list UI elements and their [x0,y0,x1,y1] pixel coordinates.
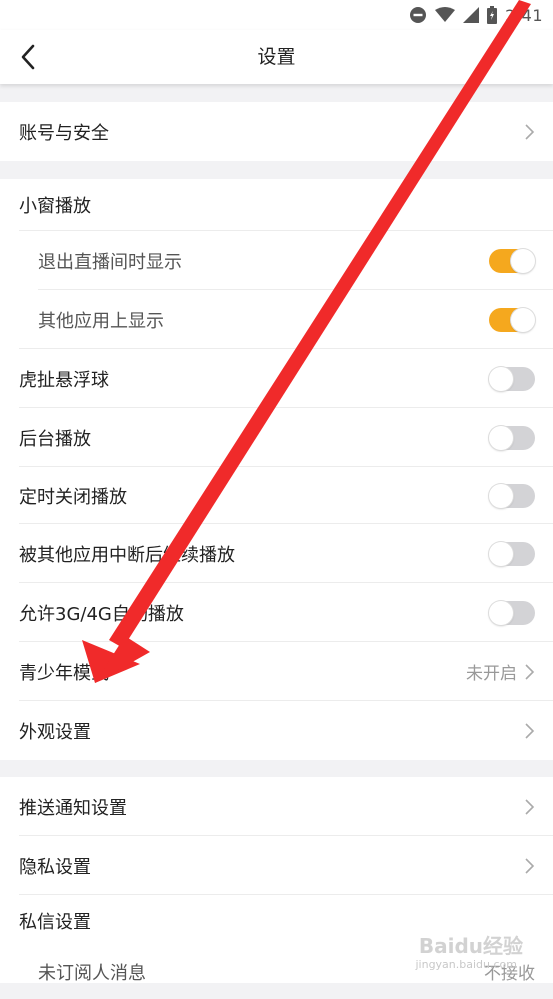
teen-mode-label: 青少年模式 [19,662,109,684]
background-play-row: 后台播放 [0,408,553,467]
allow-mobile-autoplay-label: 允许3G/4G自动播放 [19,603,184,625]
watermark-url: jingyan.baidu.com [415,958,517,971]
floating-ball-label: 虎扯悬浮球 [19,369,109,391]
playback-group: 小窗播放 退出直播间时显示 其他应用上显示 虎扯悬浮球 后台播放 定时关闭播放 … [0,179,553,760]
resume-after-interrupt-toggle[interactable] [489,541,535,566]
small-window-header: 小窗播放 [0,179,553,231]
teen-mode-row[interactable]: 青少年模式 未开启 [0,642,553,701]
other-apps-show-toggle[interactable] [489,307,535,332]
stranger-message-label: 未订阅人消息 [38,963,146,984]
status-bar: 2:41 [0,0,553,30]
floating-ball-toggle[interactable] [489,366,535,391]
do-not-disturb-icon [410,7,427,23]
push-settings-label: 推送通知设置 [19,797,127,819]
battery-icon [487,6,498,24]
push-settings-row[interactable]: 推送通知设置 [0,777,553,836]
status-icons: 2:41 [409,4,543,26]
chevron-right-icon [525,663,535,680]
teen-mode-value: 未开启 [466,664,517,684]
small-window-label: 小窗播放 [19,196,91,217]
allow-mobile-autoplay-row: 允许3G/4G自动播放 [0,583,553,642]
privacy-settings-row[interactable]: 隐私设置 [0,836,553,895]
timer-close-row: 定时关闭播放 [0,467,553,524]
background-play-label: 后台播放 [19,428,91,450]
account-group: 账号与安全 [0,102,553,161]
exit-live-show-label: 退出直播间时显示 [38,251,182,273]
chevron-right-icon [525,123,535,140]
status-time: 2:41 [505,5,543,25]
background-play-toggle[interactable] [489,425,535,450]
wifi-icon [435,7,456,22]
allow-mobile-autoplay-toggle[interactable] [489,600,535,625]
header-bar: 设置 [0,30,553,84]
chevron-right-icon [525,798,535,815]
signal-icon [463,7,480,23]
account-security-label: 账号与安全 [19,122,109,144]
privacy-settings-label: 隐私设置 [19,856,91,878]
account-security-row[interactable]: 账号与安全 [0,102,553,161]
resume-after-interrupt-label: 被其他应用中断后继续播放 [19,544,235,566]
appearance-settings-row[interactable]: 外观设置 [0,701,553,760]
timer-close-toggle[interactable] [489,483,535,508]
exit-live-show-row: 退出直播间时显示 [0,231,553,290]
resume-after-interrupt-row: 被其他应用中断后继续播放 [0,524,553,583]
other-apps-show-row: 其他应用上显示 [0,290,553,349]
appearance-settings-label: 外观设置 [19,721,91,743]
chevron-right-icon [525,857,535,874]
other-apps-show-label: 其他应用上显示 [38,310,164,332]
exit-live-show-toggle[interactable] [489,248,535,273]
chevron-right-icon [525,722,535,739]
watermark-logo: Baidu经验 [418,934,523,958]
floating-ball-row: 虎扯悬浮球 [0,349,553,408]
page-title: 设置 [257,46,296,68]
timer-close-label: 定时关闭播放 [19,486,127,508]
message-settings-label: 私信设置 [19,912,91,933]
